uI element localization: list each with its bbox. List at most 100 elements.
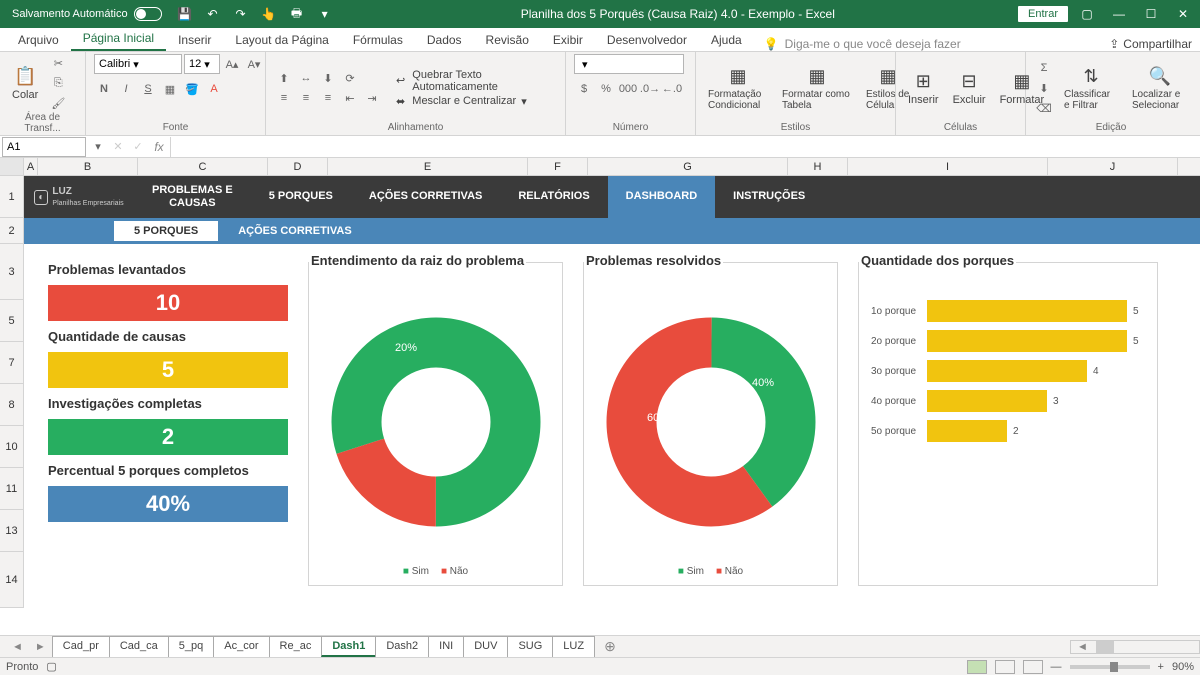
- print-icon[interactable]: 🖶: [284, 3, 310, 25]
- subnav-item[interactable]: AÇÕES CORRETIVAS: [218, 221, 371, 241]
- signin-button[interactable]: Entrar: [1018, 6, 1068, 22]
- tab-pagina-inicial[interactable]: Página Inicial: [71, 27, 166, 51]
- paste-button[interactable]: 📋 Colar: [8, 63, 42, 103]
- row-header[interactable]: 3: [0, 244, 24, 300]
- touch-icon[interactable]: 👆: [256, 3, 282, 25]
- percent-icon[interactable]: %: [596, 80, 616, 98]
- add-sheet-button[interactable]: ⊕: [594, 638, 626, 655]
- view-pagebreak-icon[interactable]: [1023, 660, 1043, 674]
- select-all-button[interactable]: [0, 158, 24, 175]
- maximize-icon[interactable]: ☐: [1138, 3, 1164, 25]
- tab-inserir[interactable]: Inserir: [166, 29, 223, 51]
- sheet-tab[interactable]: Dash2: [375, 636, 429, 657]
- zoom-level[interactable]: 90%: [1172, 661, 1194, 673]
- zoom-slider[interactable]: [1070, 665, 1150, 669]
- zoom-in-icon[interactable]: +: [1158, 661, 1164, 673]
- row-headers[interactable]: 12357810111314: [0, 176, 24, 608]
- sheet-tab[interactable]: Dash1: [321, 636, 376, 657]
- undo-icon[interactable]: ↶: [200, 3, 226, 25]
- column-headers[interactable]: ABCDEFGHIJ: [0, 158, 1200, 176]
- horizontal-scrollbar[interactable]: ◄: [1070, 640, 1200, 654]
- insert-cells-button[interactable]: ⊞Inserir: [904, 68, 943, 108]
- format-painter-icon[interactable]: 🖌: [48, 94, 68, 112]
- dashnav-item[interactable]: PROBLEMAS ECAUSAS: [134, 176, 251, 218]
- sheet-tab[interactable]: Cad_ca: [109, 636, 169, 657]
- tab-nav-prev-icon[interactable]: ◄: [6, 641, 29, 653]
- align-center-icon[interactable]: ≡: [296, 89, 316, 107]
- align-top-icon[interactable]: ⬆: [274, 69, 294, 87]
- row-header[interactable]: 11: [0, 468, 24, 510]
- clear-icon[interactable]: ⌫: [1034, 99, 1054, 117]
- tell-me-search[interactable]: 💡 Diga-me o que você deseja fazer: [764, 37, 961, 51]
- sort-filter-button[interactable]: ⇅Classificar e Filtrar: [1060, 63, 1122, 113]
- font-size-select[interactable]: 12 ▾: [184, 54, 220, 74]
- format-table-button[interactable]: ▦Formatar como Tabela: [778, 63, 856, 113]
- tab-dados[interactable]: Dados: [415, 29, 474, 51]
- cut-icon[interactable]: ✂: [48, 54, 68, 72]
- col-header[interactable]: B: [38, 158, 138, 175]
- col-header[interactable]: G: [588, 158, 788, 175]
- minimize-icon[interactable]: —: [1106, 3, 1132, 25]
- row-header[interactable]: 7: [0, 342, 24, 384]
- name-box[interactable]: A1: [2, 137, 86, 157]
- font-color-icon[interactable]: A: [204, 80, 224, 98]
- tab-nav-next-icon[interactable]: ►: [29, 641, 52, 653]
- cond-format-button[interactable]: ▦Formatação Condicional: [704, 63, 772, 113]
- currency-icon[interactable]: $: [574, 80, 594, 98]
- tab-exibir[interactable]: Exibir: [541, 29, 595, 51]
- col-header[interactable]: E: [328, 158, 528, 175]
- grow-font-icon[interactable]: A▴: [222, 55, 242, 73]
- enter-formula-icon[interactable]: ✓: [128, 138, 148, 156]
- sheet-tab[interactable]: DUV: [463, 636, 508, 657]
- underline-button[interactable]: S: [138, 80, 158, 98]
- dashnav-item[interactable]: AÇÕES CORRETIVAS: [351, 176, 500, 218]
- macro-record-icon[interactable]: ▢: [46, 660, 56, 673]
- shrink-font-icon[interactable]: A▾: [244, 55, 264, 73]
- tab-ajuda[interactable]: Ajuda: [699, 29, 754, 51]
- col-header[interactable]: F: [528, 158, 588, 175]
- cancel-formula-icon[interactable]: ✕: [108, 138, 128, 156]
- align-right-icon[interactable]: ≡: [318, 89, 338, 107]
- fill-color-icon[interactable]: 🪣: [182, 80, 202, 98]
- row-header[interactable]: 1: [0, 176, 24, 218]
- col-header[interactable]: C: [138, 158, 268, 175]
- namebox-dropdown-icon[interactable]: ▾: [88, 138, 108, 156]
- dashnav-item[interactable]: RELATÓRIOS: [500, 176, 607, 218]
- indent-inc-icon[interactable]: ⇥: [362, 89, 382, 107]
- worksheet-grid[interactable]: ABCDEFGHIJ 12357810111314 ◐ LUZPlanilhas…: [0, 158, 1200, 635]
- qat-dropdown-icon[interactable]: ▾: [312, 3, 338, 25]
- fx-icon[interactable]: fx: [148, 140, 170, 154]
- sheet-tab[interactable]: LUZ: [552, 636, 595, 657]
- redo-icon[interactable]: ↷: [228, 3, 254, 25]
- formula-input[interactable]: [170, 137, 1200, 157]
- sheet-tab[interactable]: 5_pq: [168, 636, 214, 657]
- sheet-tab[interactable]: Ac_cor: [213, 636, 269, 657]
- col-header[interactable]: D: [268, 158, 328, 175]
- sheet-tab[interactable]: INI: [428, 636, 464, 657]
- orientation-icon[interactable]: ⟳: [340, 69, 360, 87]
- dashnav-item[interactable]: DASHBOARD: [608, 176, 716, 218]
- col-header[interactable]: J: [1048, 158, 1178, 175]
- sheet-tab[interactable]: Cad_pr: [52, 636, 110, 657]
- row-header[interactable]: 8: [0, 384, 24, 426]
- row-header[interactable]: 10: [0, 426, 24, 468]
- wrap-text-button[interactable]: ↩ Quebrar Texto Automaticamente: [396, 69, 557, 93]
- tab-formulas[interactable]: Fórmulas: [341, 29, 415, 51]
- col-header[interactable]: H: [788, 158, 848, 175]
- view-layout-icon[interactable]: [995, 660, 1015, 674]
- bold-button[interactable]: N: [94, 80, 114, 98]
- row-header[interactable]: 13: [0, 510, 24, 552]
- merge-center-button[interactable]: ⬌ Mesclar e Centralizar ▾: [396, 95, 557, 108]
- zoom-out-icon[interactable]: —: [1051, 661, 1062, 673]
- dec-decimal-icon[interactable]: ←.0: [662, 80, 682, 98]
- tab-layout[interactable]: Layout da Página: [223, 29, 340, 51]
- subnav-item[interactable]: 5 PORQUES: [114, 221, 218, 241]
- ribbon-display-icon[interactable]: ▢: [1074, 3, 1100, 25]
- dashnav-item[interactable]: INSTRUÇÕES: [715, 176, 823, 218]
- autosave-toggle[interactable]: Salvamento Automático: [4, 7, 170, 21]
- border-icon[interactable]: ▦: [160, 80, 180, 98]
- share-button[interactable]: ⇪ Compartilhar: [1109, 37, 1192, 51]
- tab-arquivo[interactable]: Arquivo: [6, 29, 71, 51]
- col-header[interactable]: A: [24, 158, 38, 175]
- align-middle-icon[interactable]: ↔: [296, 69, 316, 87]
